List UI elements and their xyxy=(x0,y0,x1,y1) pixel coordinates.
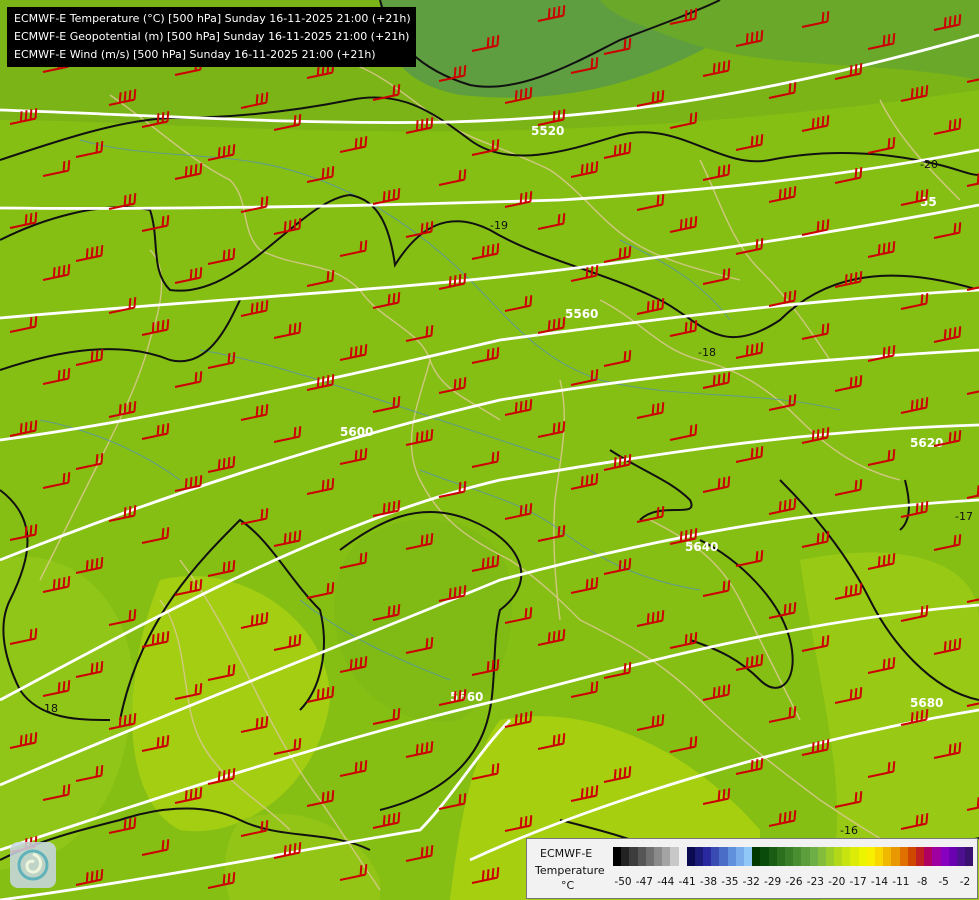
legend-swatch xyxy=(883,847,892,866)
legend-swatch xyxy=(932,847,941,866)
header-temperature-line: ECMWF-E Temperature (°C) [500 hPa] Sunda… xyxy=(14,12,411,25)
isotherm-label: -19 xyxy=(490,219,508,232)
temperature-shading xyxy=(0,0,979,900)
legend-swatch xyxy=(940,847,949,866)
legend-swatch xyxy=(858,847,867,866)
legend-tick: -35 xyxy=(721,876,739,888)
legend-swatch xyxy=(752,847,761,866)
legend-swatch xyxy=(891,847,900,866)
weather-map: 5520 55 5560 5600 5620 5640 5660 5680 -2… xyxy=(0,0,979,900)
legend-tick: -5 xyxy=(938,876,949,888)
legend-tick: -2 xyxy=(959,876,971,888)
legend-swatch xyxy=(760,847,769,866)
legend-swatch xyxy=(678,847,687,866)
geopotential-label-5560: 5560 xyxy=(565,307,598,321)
legend-tick: -17 xyxy=(849,876,867,888)
geopotential-label-5600: 5600 xyxy=(340,425,373,439)
legend-tick: -8 xyxy=(917,876,928,888)
legend-swatch xyxy=(948,847,957,866)
legend-swatch xyxy=(809,847,818,866)
geopotential-label-5520: 5520 xyxy=(531,124,564,138)
legend-swatch xyxy=(825,847,835,866)
legend-ticks: -50 -47 -44 -41 -38 -35 -32 -29 -26 -23 -20 -17 -14-… xyxy=(613,876,977,890)
header-wind-line: ECMWF-E Wind (m/s) [500 hPa] Sunday 16-1… xyxy=(14,48,376,61)
legend-tick: -11 xyxy=(892,876,910,888)
legend-tick: -44 xyxy=(657,876,675,888)
geopotential-label-5680: 5680 xyxy=(910,696,943,710)
legend-tick: -14 xyxy=(870,876,889,888)
legend-swatch xyxy=(776,847,785,866)
legend-unit: °C xyxy=(561,879,575,892)
temperature-legend: ECMWF-E Temperature °C -50 -47 -44 -41 -38 -3… xyxy=(526,838,978,899)
legend-swatch xyxy=(784,847,794,866)
legend-swatch xyxy=(694,847,704,866)
legend-swatch xyxy=(670,847,679,866)
legend-swatch xyxy=(866,847,875,866)
legend-tick: -20 xyxy=(828,876,846,888)
legend-model: ECMWF-E xyxy=(540,847,593,860)
legend-color-bar xyxy=(613,847,974,866)
legend-tick: -41 xyxy=(678,876,696,888)
isotherm-label: -18 xyxy=(40,702,58,715)
legend-tick: -23 xyxy=(806,876,824,888)
legend-swatch xyxy=(834,847,843,866)
legend-swatch xyxy=(629,847,638,866)
legend-tick: -32 xyxy=(742,876,760,888)
legend-swatch xyxy=(899,847,908,866)
legend-swatch xyxy=(621,847,630,866)
legend-swatch xyxy=(965,847,974,866)
isotherm-label: -16 xyxy=(840,824,858,837)
legend-swatch xyxy=(768,847,777,866)
legend-swatch xyxy=(727,847,736,866)
provider-logo-icon xyxy=(10,842,56,888)
legend-tick: -47 xyxy=(635,876,653,888)
legend-swatch xyxy=(907,847,916,866)
legend-swatch xyxy=(744,847,753,866)
legend-tick: -29 xyxy=(764,876,782,888)
legend-swatch xyxy=(645,847,654,866)
legend-tick: -26 xyxy=(785,876,803,888)
legend-swatch xyxy=(637,847,646,866)
legend-swatch xyxy=(703,847,712,866)
legend-swatch xyxy=(719,847,728,866)
legend-swatch xyxy=(801,847,810,866)
legend-swatch xyxy=(850,847,859,866)
isotherm-label: -20 xyxy=(920,158,938,171)
geopotential-label-5620: 5620 xyxy=(910,436,943,450)
legend-swatch xyxy=(817,847,826,866)
legend-swatch xyxy=(842,847,851,866)
legend-swatch xyxy=(793,847,802,866)
legend-swatch xyxy=(711,847,720,866)
legend-swatch xyxy=(956,847,966,866)
legend-swatch xyxy=(875,847,884,866)
legend-tick: -38 xyxy=(699,876,718,888)
legend-swatch xyxy=(613,847,622,866)
geopotential-label-5640: 5640 xyxy=(685,540,718,554)
legend-swatch xyxy=(924,847,933,866)
legend-swatch xyxy=(735,847,744,866)
map-header: ECMWF-E Temperature (°C) [500 hPa] Sunda… xyxy=(7,7,416,67)
header-geopotential-line: ECMWF-E Geopotential (m) [500 hPa] Sunda… xyxy=(14,30,410,43)
legend-swatch xyxy=(686,847,695,866)
legend-swatch xyxy=(915,847,925,866)
isotherm-label: -17 xyxy=(955,510,973,523)
legend-swatch xyxy=(662,847,671,866)
legend-swatch xyxy=(653,847,663,866)
legend-tick: -50 xyxy=(614,876,632,888)
legend-variable: Temperature xyxy=(535,864,605,877)
isotherm-label: -18 xyxy=(698,346,716,359)
